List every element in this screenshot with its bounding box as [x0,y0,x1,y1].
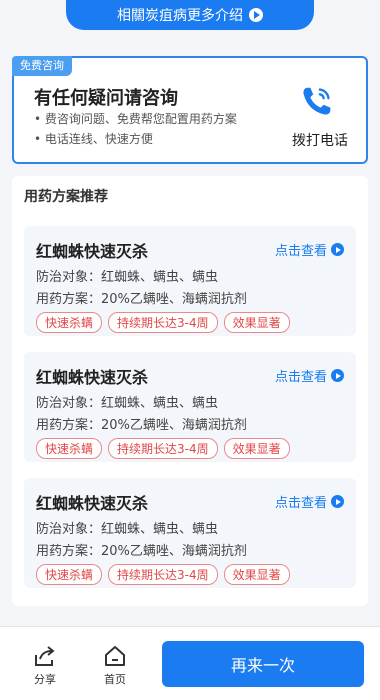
consult-bullet-1: • 费咨询问题、免费帮您配置用药方案 [34,112,237,126]
share-label: 分享 [34,673,56,686]
plan-card[interactable]: 红蜘蛛快速灭杀 点击查看 防治对象：红蜘蛛、螨虫、螨虫 用药方案：20%乙螨唑、… [24,478,356,588]
plan-name: 红蜘蛛快速灭杀 [36,242,149,261]
view-label: 点击查看 [274,244,327,259]
play-icon [331,495,344,508]
plan-tag: 快速杀螨 [36,564,103,585]
plan-tags: 快速杀螨 持续期长达3-4周 效果显著 [36,564,290,585]
play-icon [331,243,344,256]
play-icon [331,369,344,382]
play-icon [249,8,263,22]
share-button[interactable]: 分享 [20,645,70,687]
home-label: 首页 [104,673,126,686]
view-label: 点击查看 [274,496,327,511]
home-button[interactable]: 首页 [90,645,140,687]
plan-tag: 快速杀螨 [36,438,103,459]
plan-name: 红蜘蛛快速灭杀 [36,368,149,387]
consult-card[interactable]: 免费咨询 有任何疑问请咨询 • 费咨询问题、免费帮您配置用药方案 • 电话连线、… [12,56,368,164]
plan-target: 防治对象：红蜘蛛、螨虫、螨虫 [36,270,219,285]
plan-name: 红蜘蛛快速灭杀 [36,494,149,513]
plan-plan: 用药方案：20%乙螨唑、海螨润抗剂 [36,418,247,433]
share-icon [35,646,55,666]
plan-tag: 持续期长达3-4周 [108,564,218,585]
plan-tag: 效果显著 [223,312,290,333]
plan-card[interactable]: 红蜘蛛快速灭杀 点击查看 防治对象：红蜘蛛、螨虫、螨虫 用药方案：20%乙螨唑、… [24,226,356,336]
view-label: 点击查看 [274,370,327,385]
more-info-button[interactable]: 相關炭疽病更多介绍 [66,0,314,30]
consult-bullet-2: • 电话连线、快速方便 [34,132,153,146]
phone-icon[interactable] [298,82,336,120]
view-button[interactable]: 点击查看 [275,492,344,511]
home-icon [105,646,125,666]
plan-tags: 快速杀螨 持续期长达3-4周 效果显著 [36,438,290,459]
plan-tag: 效果显著 [223,564,290,585]
call-label[interactable]: 拨打电话 [292,130,348,150]
view-button[interactable]: 点击查看 [275,240,344,259]
section-title: 用药方案推荐 [24,189,108,205]
plan-plan: 用药方案：20%乙螨唑、海螨润抗剂 [36,544,247,559]
plan-target: 防治对象：红蜘蛛、螨虫、螨虫 [36,522,219,537]
plan-plan: 用药方案：20%乙螨唑、海螨润抗剂 [36,292,247,307]
plan-card[interactable]: 红蜘蛛快速灭杀 点击查看 防治对象：红蜘蛛、螨虫、螨虫 用药方案：20%乙螨唑、… [24,352,356,462]
view-button[interactable]: 点击查看 [275,366,344,385]
plan-tags: 快速杀螨 持续期长达3-4周 效果显著 [36,312,290,333]
more-info-label: 相關炭疽病更多介绍 [117,8,243,24]
plan-tag: 快速杀螨 [36,312,103,333]
plan-tag: 持续期长达3-4周 [108,438,218,459]
consult-title: 有任何疑问请咨询 [34,88,178,109]
again-button[interactable]: 再来一次 [162,641,364,687]
plan-target: 防治对象：红蜘蛛、螨虫、螨虫 [36,396,219,411]
bottom-bar: 分享 首页 再来一次 [0,626,380,700]
plan-tag: 持续期长达3-4周 [108,312,218,333]
free-consult-tag: 免费咨询 [12,56,72,76]
plan-tag: 效果显著 [223,438,290,459]
